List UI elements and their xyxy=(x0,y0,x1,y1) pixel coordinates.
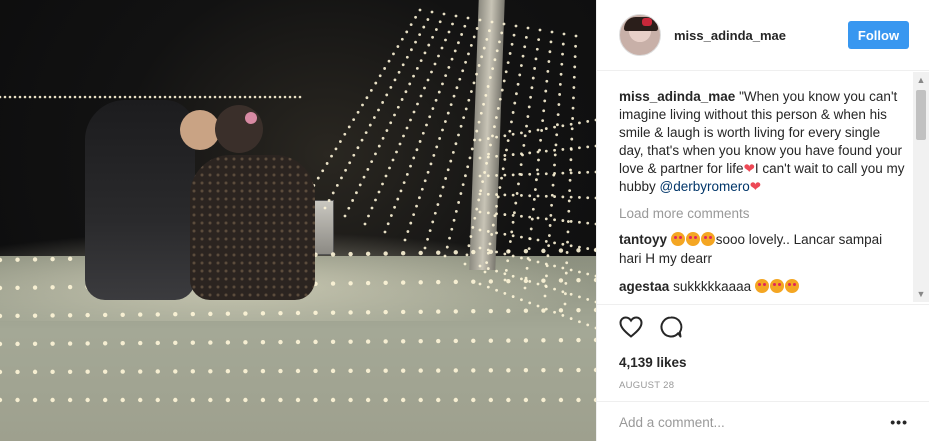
scroll-up-icon[interactable]: ▲ xyxy=(916,75,926,85)
comment-username[interactable]: agestaa xyxy=(619,279,669,294)
add-comment-bar: ••• xyxy=(597,401,929,441)
comment-text: sukkkkkaaaa xyxy=(673,279,755,294)
scroll-thumb[interactable] xyxy=(916,90,926,140)
hair-flower xyxy=(245,112,257,124)
heart-eyes-emoji-icon xyxy=(670,232,685,246)
couple-figure xyxy=(85,100,315,300)
comments-scrollbar[interactable]: ▲ ▼ xyxy=(913,72,929,302)
likes-count[interactable]: 4,139 likes xyxy=(619,355,908,370)
header-username[interactable]: miss_adinda_mae xyxy=(674,28,786,43)
heart-eyes-emoji-icon xyxy=(784,279,799,293)
post-photo[interactable] xyxy=(0,0,596,441)
caption: miss_adinda_mae "When you know you can't… xyxy=(619,88,908,196)
heart-emoji-icon-2: ❤ xyxy=(749,179,762,194)
heart-eyes-emoji-icon xyxy=(769,279,784,293)
comment-bubble-icon[interactable] xyxy=(659,315,683,342)
comment-username[interactable]: tantoyy xyxy=(619,232,667,247)
post-actions: 4,139 likes AUGUST 28 ••• xyxy=(597,304,929,441)
comments-list: miss_adinda_mae "When you know you can't… xyxy=(597,72,929,304)
woman-head xyxy=(215,105,263,153)
post-sidebar: miss_adinda_mae Follow miss_adinda_mae "… xyxy=(596,0,929,441)
post-header: miss_adinda_mae Follow xyxy=(597,0,929,71)
mention-link[interactable]: @derbyromero xyxy=(660,179,750,194)
post-modal: miss_adinda_mae Follow miss_adinda_mae "… xyxy=(0,0,929,441)
more-options-icon[interactable]: ••• xyxy=(890,414,908,430)
add-comment-input[interactable] xyxy=(619,414,891,430)
caption-username[interactable]: miss_adinda_mae xyxy=(619,89,735,104)
action-icons xyxy=(619,315,908,341)
heart-outline-icon[interactable] xyxy=(619,315,643,341)
avatar-bow xyxy=(642,18,652,26)
heart-eyes-emoji-icon xyxy=(754,279,769,293)
follow-button[interactable]: Follow xyxy=(848,21,909,49)
heart-eyes-emoji-icon xyxy=(700,232,715,246)
comment-item: agestaa sukkkkkaaaa xyxy=(619,277,908,296)
woman-figure xyxy=(190,155,315,300)
post-date[interactable]: AUGUST 28 xyxy=(619,380,908,391)
man-figure xyxy=(85,100,195,300)
comment-item: tantoyy sooo lovely.. Lancar sampai hari… xyxy=(619,230,908,268)
scroll-down-icon[interactable]: ▼ xyxy=(916,289,926,299)
man-head xyxy=(180,110,220,150)
heart-emoji-icon: ❤ xyxy=(743,161,755,176)
load-more-comments[interactable]: Load more comments xyxy=(619,206,908,221)
avatar-hair xyxy=(624,17,658,31)
heart-eyes-emoji-icon xyxy=(685,232,700,246)
avatar[interactable] xyxy=(619,14,661,56)
